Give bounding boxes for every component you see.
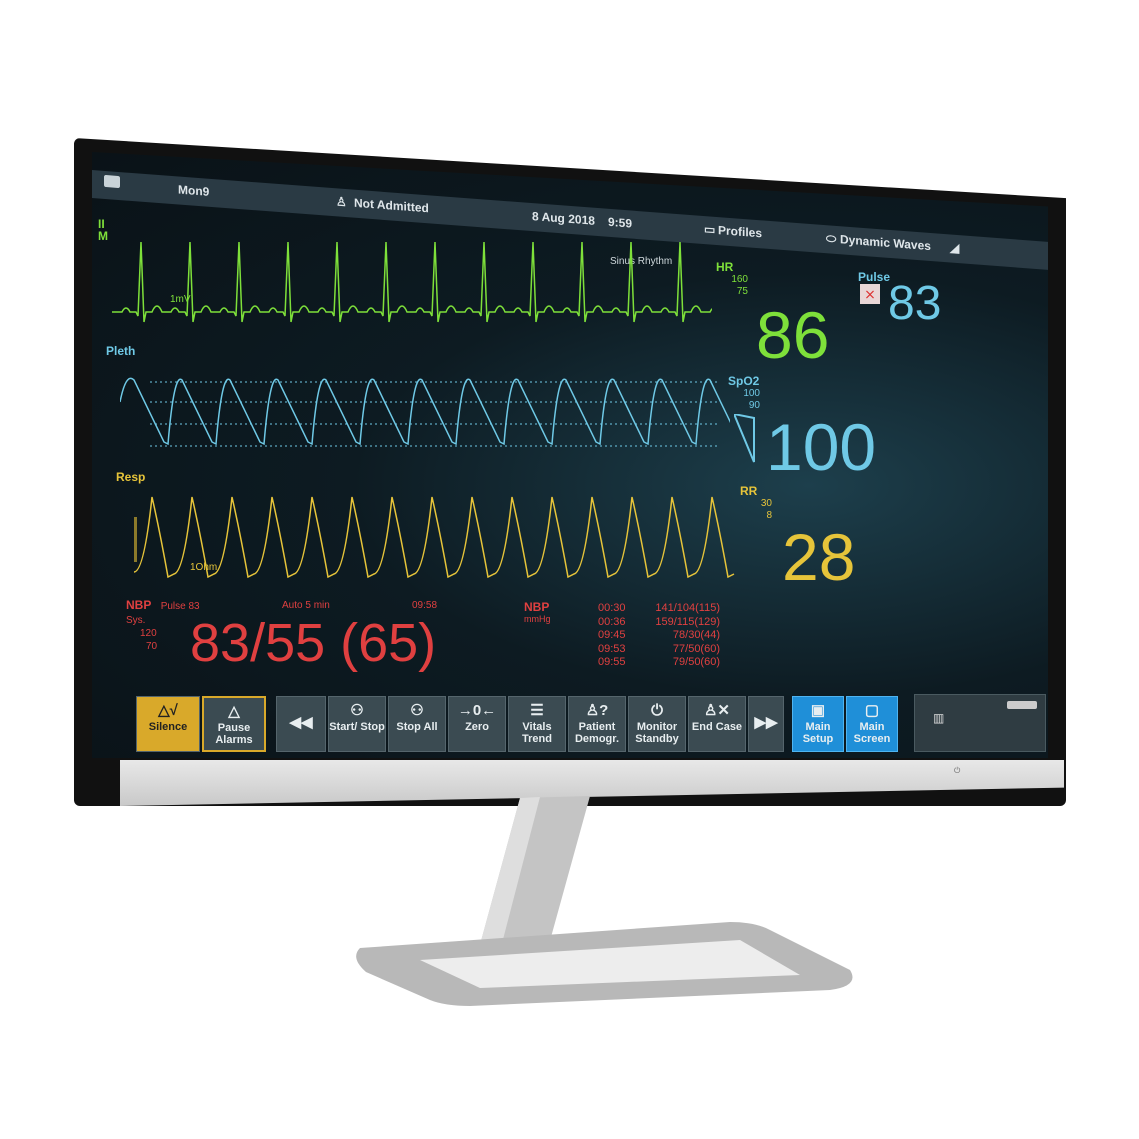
monitor-stand bbox=[356, 796, 853, 1006]
